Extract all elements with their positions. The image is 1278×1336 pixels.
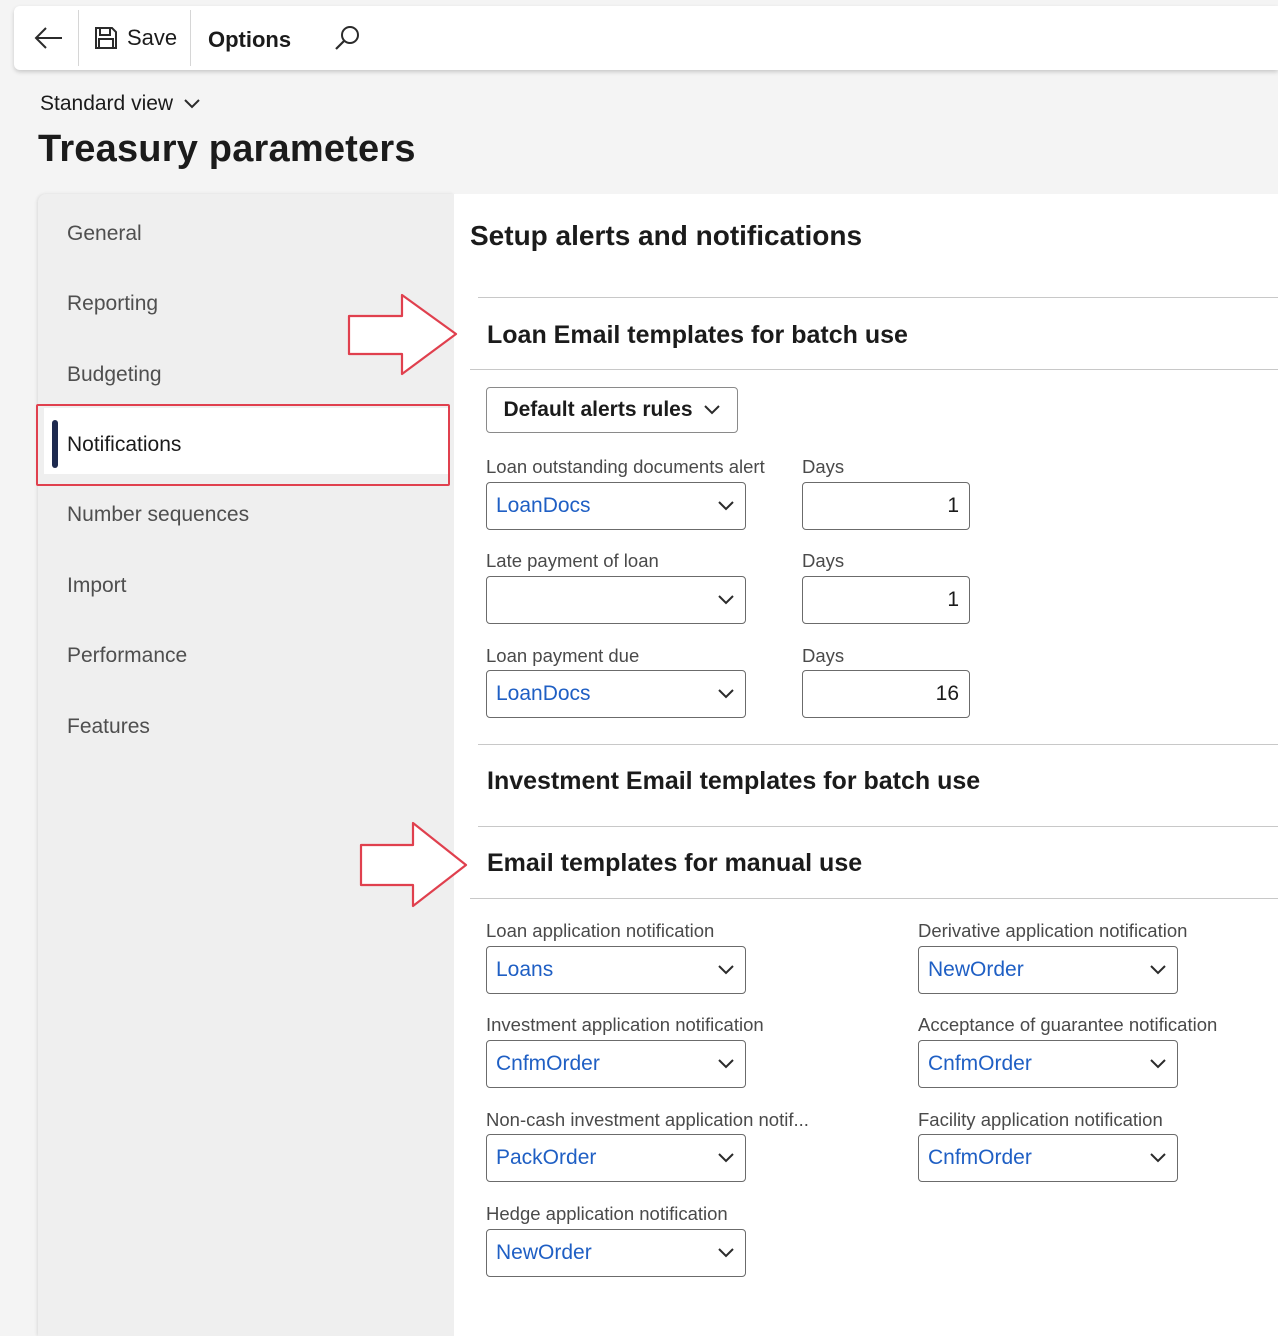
field-label: Investment application notification	[486, 1014, 764, 1035]
group-header-manual[interactable]: Email templates for manual use	[487, 849, 862, 878]
divider	[470, 898, 1278, 899]
input-value: 16	[935, 682, 959, 705]
late-payment-days-input[interactable]: 1	[802, 576, 970, 624]
select-value: LoanDocs	[496, 682, 591, 705]
toolbar-divider	[78, 10, 79, 66]
chevron-down-icon	[718, 965, 734, 975]
main-panel: Setup alerts and notifications Loan Emai…	[454, 194, 1278, 1336]
non-cash-investment-notification-select[interactable]: PackOrder	[486, 1134, 746, 1182]
days-label: Days	[802, 456, 845, 477]
sidebar-nav: General Reporting Budgeting Notification…	[36, 194, 454, 1336]
search-icon	[335, 26, 359, 50]
page-title: Treasury parameters	[38, 128, 416, 170]
loan-outstanding-documents-select[interactable]: LoanDocs	[486, 482, 746, 530]
loan-outstanding-documents-days-input[interactable]: 1	[802, 482, 970, 530]
sidebar-item-budgeting[interactable]: Budgeting	[67, 363, 162, 387]
field-label: Facility application notification	[918, 1109, 1163, 1130]
loan-payment-due-select[interactable]: LoanDocs	[486, 670, 746, 718]
default-alerts-rules-button[interactable]: Default alerts rules	[486, 387, 738, 433]
select-value: CnfmOrder	[496, 1052, 600, 1075]
divider	[470, 369, 1278, 370]
nav-selected-indicator	[52, 420, 58, 468]
back-arrow-icon	[34, 27, 62, 49]
acceptance-of-guarantee-notification-select[interactable]: CnfmOrder	[918, 1040, 1178, 1088]
derivative-application-notification-select[interactable]: NewOrder	[918, 946, 1178, 994]
default-alerts-rules-label: Default alerts rules	[503, 398, 693, 421]
divider	[478, 826, 1278, 827]
late-payment-select[interactable]	[486, 576, 746, 624]
chevron-down-icon	[1150, 1153, 1166, 1163]
save-label: Save	[127, 25, 178, 50]
view-selector[interactable]: Standard view	[40, 92, 201, 116]
facility-application-notification-select[interactable]: CnfmOrder	[918, 1134, 1178, 1182]
options-button[interactable]: Options	[208, 27, 291, 53]
loan-application-notification-select[interactable]: Loans	[486, 946, 746, 994]
section-title: Setup alerts and notifications	[470, 220, 863, 251]
chevron-down-icon	[1150, 965, 1166, 975]
field-label: Non-cash investment application notif...	[486, 1109, 809, 1130]
search-button[interactable]	[332, 24, 362, 54]
select-value: NewOrder	[496, 1241, 592, 1264]
sidebar-item-general[interactable]: General	[67, 222, 142, 246]
divider	[478, 297, 1278, 298]
chevron-down-icon	[703, 405, 720, 415]
chevron-down-icon	[718, 1059, 734, 1069]
input-value: 1	[947, 588, 959, 611]
divider	[478, 744, 1278, 745]
input-value: 1	[947, 494, 959, 517]
chevron-down-icon	[1150, 1059, 1166, 1069]
days-label: Days	[802, 550, 845, 571]
sidebar-item-notifications[interactable]: Notifications	[67, 433, 181, 457]
chevron-down-icon	[718, 1153, 734, 1163]
toolbar-divider	[190, 10, 191, 66]
sidebar-item-reporting[interactable]: Reporting	[67, 292, 158, 316]
field-label: Late payment of loan	[486, 550, 659, 571]
select-value: NewOrder	[928, 958, 1024, 981]
sidebar-item-performance[interactable]: Performance	[67, 644, 187, 668]
field-label: Loan payment due	[486, 645, 640, 666]
field-label: Derivative application notification	[918, 920, 1188, 941]
chevron-down-icon	[718, 1248, 734, 1258]
days-label: Days	[802, 645, 845, 666]
group-header-investment-batch[interactable]: Investment Email templates for batch use	[487, 767, 980, 796]
save-button[interactable]: Save	[94, 20, 177, 56]
field-label: Loan outstanding documents alert	[486, 456, 765, 477]
action-toolbar: Save Options	[14, 6, 1278, 70]
sidebar-item-number-sequences[interactable]: Number sequences	[67, 503, 249, 527]
select-value: CnfmOrder	[928, 1052, 1032, 1075]
chevron-down-icon	[718, 689, 734, 699]
field-label: Hedge application notification	[486, 1203, 728, 1224]
select-value: LoanDocs	[496, 494, 591, 517]
sidebar-item-features[interactable]: Features	[67, 715, 150, 739]
back-button[interactable]	[32, 23, 66, 53]
chevron-down-icon	[718, 595, 734, 605]
chevron-down-icon	[184, 99, 200, 109]
save-icon	[95, 27, 117, 49]
select-value: CnfmOrder	[928, 1146, 1032, 1169]
loan-payment-due-days-input[interactable]: 16	[802, 670, 970, 718]
sidebar-item-import[interactable]: Import	[67, 574, 127, 598]
chevron-down-icon	[718, 501, 734, 511]
investment-application-notification-select[interactable]: CnfmOrder	[486, 1040, 746, 1088]
select-value: PackOrder	[496, 1146, 597, 1169]
select-value: Loans	[496, 958, 554, 981]
field-label: Loan application notification	[486, 920, 715, 941]
group-header-loan-batch[interactable]: Loan Email templates for batch use	[487, 321, 908, 350]
hedge-application-notification-select[interactable]: NewOrder	[486, 1229, 746, 1277]
view-label: Standard view	[40, 92, 174, 115]
field-label: Acceptance of guarantee notification	[918, 1014, 1218, 1035]
